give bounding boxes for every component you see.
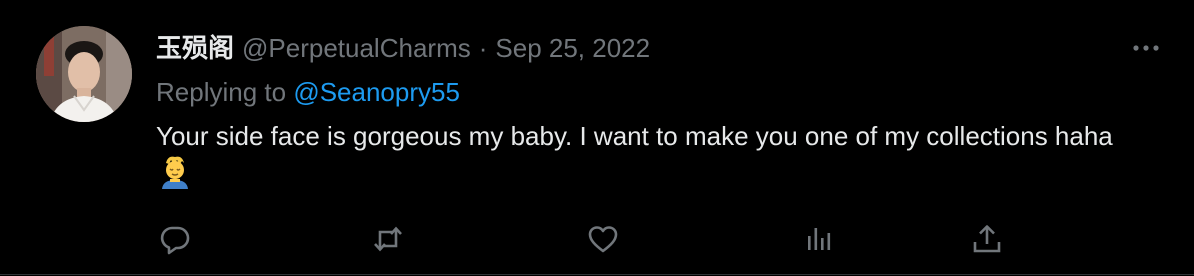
tweet-card[interactable]: 玉殒阁 @PerpetualCharms · Sep 25, 2022 Repl…	[0, 0, 1194, 275]
person-getting-massage-emoji	[160, 155, 190, 189]
replying-to: Replying to @Seanopry55	[156, 74, 460, 110]
divider	[0, 274, 1194, 275]
avatar[interactable]	[36, 26, 132, 122]
tweet-date[interactable]: Sep 25, 2022	[495, 30, 650, 66]
user-handle[interactable]: @PerpetualCharms	[242, 30, 471, 66]
analytics-icon[interactable]	[802, 222, 836, 256]
tweet-text: Your side face is gorgeous my baby. I wa…	[156, 117, 1116, 193]
retweet-icon[interactable]	[371, 222, 405, 256]
replying-to-handle[interactable]: @Seanopry55	[293, 77, 460, 107]
tweet-header: 玉殒阁 @PerpetualCharms · Sep 25, 2022	[156, 30, 650, 66]
display-name[interactable]: 玉殒阁	[156, 30, 234, 66]
more-options-icon[interactable]	[1128, 34, 1164, 62]
separator-dot: ·	[478, 33, 488, 63]
reply-icon[interactable]	[158, 222, 192, 256]
tweet-text-content: Your side face is gorgeous my baby. I wa…	[156, 121, 1113, 151]
share-icon[interactable]	[970, 222, 1004, 256]
replying-to-label: Replying to	[156, 77, 294, 107]
like-icon[interactable]	[586, 222, 620, 256]
